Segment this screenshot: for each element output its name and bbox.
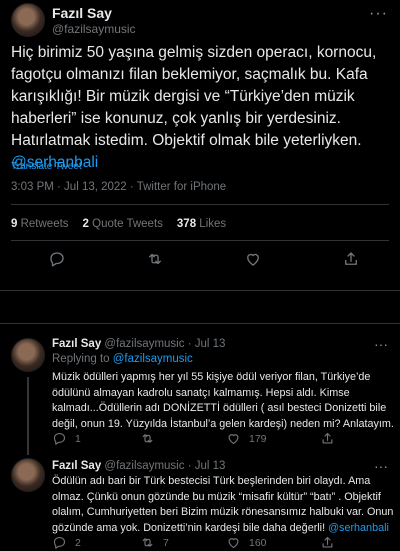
like-action[interactable]: 179: [226, 431, 267, 446]
share-action[interactable]: [320, 535, 335, 550]
reply-actions: 2 7 160: [52, 535, 392, 551]
reply-count: 1: [75, 432, 81, 445]
replying-to-handle[interactable]: @fazilsaymusic: [113, 353, 193, 365]
likes-stat[interactable]: 378 Likes: [177, 218, 226, 230]
reply-text: Ödülün adı bari bir Türk bestecisi Türk …: [52, 474, 396, 536]
retweet-icon[interactable]: [146, 250, 164, 268]
reply-action[interactable]: 2: [52, 535, 81, 550]
likes-count: 378: [176, 218, 197, 230]
translate-link[interactable]: Translate Tweet: [11, 161, 82, 172]
reply-tweet[interactable]: Fazıl Say @fazilsaymusic · Jul 13 ··· Re…: [0, 333, 400, 455]
retweets-count: 9: [11, 218, 18, 230]
more-icon[interactable]: ···: [374, 336, 388, 352]
reply-actions: 1 179: [52, 431, 392, 447]
tweet-thread: Fazıl Say @fazilsaymusic ··· Hiç birimiz…: [0, 0, 400, 551]
reply-text: Müzik ödülleri yapmış her yıl 55 kişiye …: [52, 371, 394, 430]
avatar[interactable]: [11, 338, 45, 372]
quote-tweets-count: 2: [82, 218, 89, 230]
replying-to: Replying to @fazilsaymusic: [52, 353, 193, 365]
tweet-actions: [0, 250, 400, 270]
share-icon: [322, 536, 333, 548]
author-name[interactable]: Fazıl Say: [52, 460, 101, 472]
replying-prefix: Replying to: [52, 353, 110, 365]
retweet-action[interactable]: [140, 431, 163, 446]
retweet-count: 7: [163, 536, 169, 549]
retweet-icon: [142, 538, 153, 547]
main-tweet: Fazıl Say @fazilsaymusic ··· Hiç birimiz…: [0, 0, 400, 285]
like-icon: [228, 538, 239, 549]
like-count: 160: [249, 536, 267, 549]
author-name[interactable]: Fazıl Say: [52, 5, 112, 21]
tweet-timestamp[interactable]: 3:03 PM · Jul 13, 2022 · Twitter for iPh…: [11, 181, 226, 193]
author-handle[interactable]: @fazilsaymusic: [104, 460, 184, 472]
quote-tweets-stat[interactable]: 2 Quote Tweets: [83, 218, 163, 230]
share-icon: [322, 432, 333, 444]
more-icon[interactable]: ···: [374, 458, 388, 474]
avatar[interactable]: [11, 458, 45, 492]
divider: [0, 323, 400, 324]
author-name[interactable]: Fazıl Say: [52, 338, 101, 350]
share-action[interactable]: [320, 431, 335, 446]
more-icon[interactable]: ···: [369, 5, 388, 23]
retweet-action[interactable]: 7: [140, 535, 169, 550]
reply-icon: [53, 432, 66, 445]
like-action[interactable]: 160: [226, 535, 267, 550]
reply-icon: [53, 536, 66, 549]
retweets-label: Retweets: [20, 218, 69, 230]
like-count: 179: [249, 432, 267, 445]
reply-action[interactable]: 1: [52, 431, 81, 446]
share-icon[interactable]: [342, 250, 360, 268]
avatar[interactable]: [11, 3, 45, 37]
reply-count: 2: [75, 536, 81, 549]
reply-header: Fazıl Say @fazilsaymusic · Jul 13: [52, 338, 225, 350]
author-handle[interactable]: @fazilsaymusic: [104, 338, 184, 350]
divider: [11, 240, 389, 241]
thread-line: [27, 377, 29, 455]
tweet-text: Hiç birimiz 50 yaşına gelmiş sizden oper…: [11, 42, 393, 174]
reply-tweet[interactable]: Fazıl Say @fazilsaymusic · Jul 13 ··· Öd…: [0, 454, 400, 551]
divider: [0, 290, 400, 291]
retweet-icon: [142, 434, 153, 443]
tweet-stats: 9 Retweets 2 Quote Tweets 378 Likes: [11, 218, 226, 230]
quote-tweets-label: Quote Tweets: [92, 218, 163, 230]
retweets-stat[interactable]: 9 Retweets: [11, 218, 69, 230]
likes-label: Likes: [199, 218, 227, 230]
like-icon: [228, 434, 239, 445]
reply-date[interactable]: · Jul 13: [188, 338, 226, 350]
reply-header: Fazıl Say @fazilsaymusic · Jul 13: [52, 460, 225, 472]
reply-date[interactable]: · Jul 13: [188, 460, 226, 472]
mention-link[interactable]: @serhanbali: [328, 522, 389, 534]
reply-icon[interactable]: [48, 250, 66, 268]
divider: [11, 204, 389, 205]
tweet-body: Hiç birimiz 50 yaşına gelmiş sizden oper…: [11, 44, 377, 149]
author-handle[interactable]: @fazilsaymusic: [52, 22, 136, 36]
like-icon[interactable]: [244, 250, 262, 268]
